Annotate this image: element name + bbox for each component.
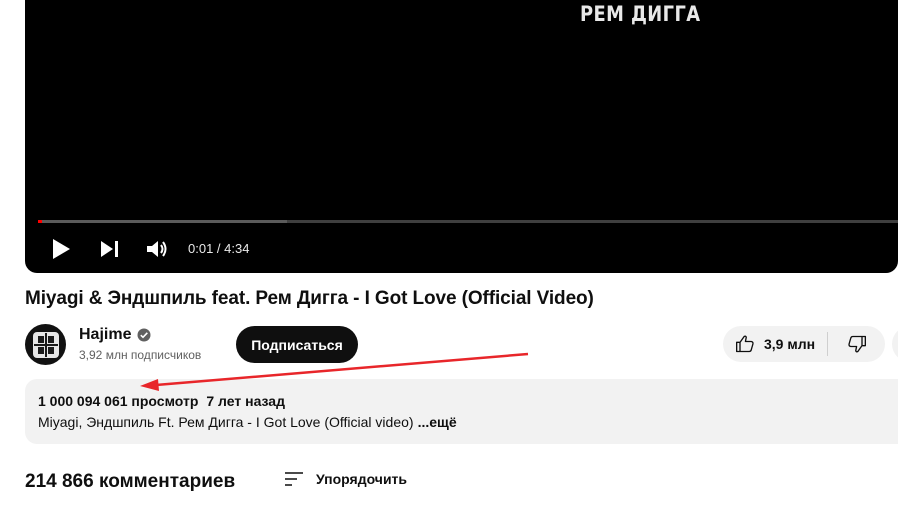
time-display: 0:01 / 4:34 [188,241,249,256]
description-text-row: Miyagi, Эндшпиль Ft. Рем Дигга - I Got L… [38,414,457,430]
sort-label: Упорядочить [316,471,408,487]
sort-icon [285,472,303,486]
thumbs-up-icon [736,335,754,353]
channel-logo-icon [32,331,59,358]
sort-button[interactable]: Упорядочить [284,470,407,488]
comments-count: 214 866 комментариев [25,471,236,492]
channel-name-row[interactable]: Hajime [79,326,151,344]
verified-icon [137,328,151,342]
description-meta: 1 000 094 061 просмотр 7 лет назад [38,393,285,409]
play-icon [53,239,70,259]
current-time: 0:01 [188,241,214,256]
description-box[interactable]: 1 000 094 061 просмотр 7 лет назад Miyagi… [25,379,898,444]
progress-bar[interactable] [38,220,898,223]
video-title: Miyagi & Эндшпиль feat. Рем Дигга - I Go… [25,288,594,309]
like-button[interactable]: 3,9 млн [723,326,827,362]
view-count: 1 000 094 061 просмотр [38,393,199,409]
time-separator: / [213,241,225,256]
thumbs-down-icon [847,335,866,353]
volume-button[interactable] [144,236,170,262]
duration: 4:34 [224,241,250,256]
play-button[interactable] [48,236,74,262]
share-button-partial[interactable] [892,326,898,362]
volume-icon [147,241,167,257]
like-dislike-group: 3,9 млн [723,326,885,362]
next-icon [101,241,118,257]
channel-name[interactable]: Hajime [79,326,131,344]
subscribe-button[interactable]: Подписаться [236,326,358,363]
video-overlay-text: РЕМ ДИГГА [580,2,701,26]
like-count: 3,9 млн [764,336,816,352]
description-more-link[interactable]: ...ещё [418,414,457,430]
channel-avatar[interactable] [25,324,66,365]
description-text: Miyagi, Эндшпиль Ft. Рем Дигга - I Got L… [38,414,414,430]
dislike-button[interactable] [828,326,885,362]
progress-buffered [38,220,288,223]
video-player[interactable]: РЕМ ДИГГА 0:01 / 4:34 [25,0,898,273]
next-button[interactable] [97,236,123,262]
progress-played [38,220,43,223]
upload-age: 7 лет назад [206,393,285,409]
subscriber-count: 3,92 млн подписчиков [79,348,202,362]
